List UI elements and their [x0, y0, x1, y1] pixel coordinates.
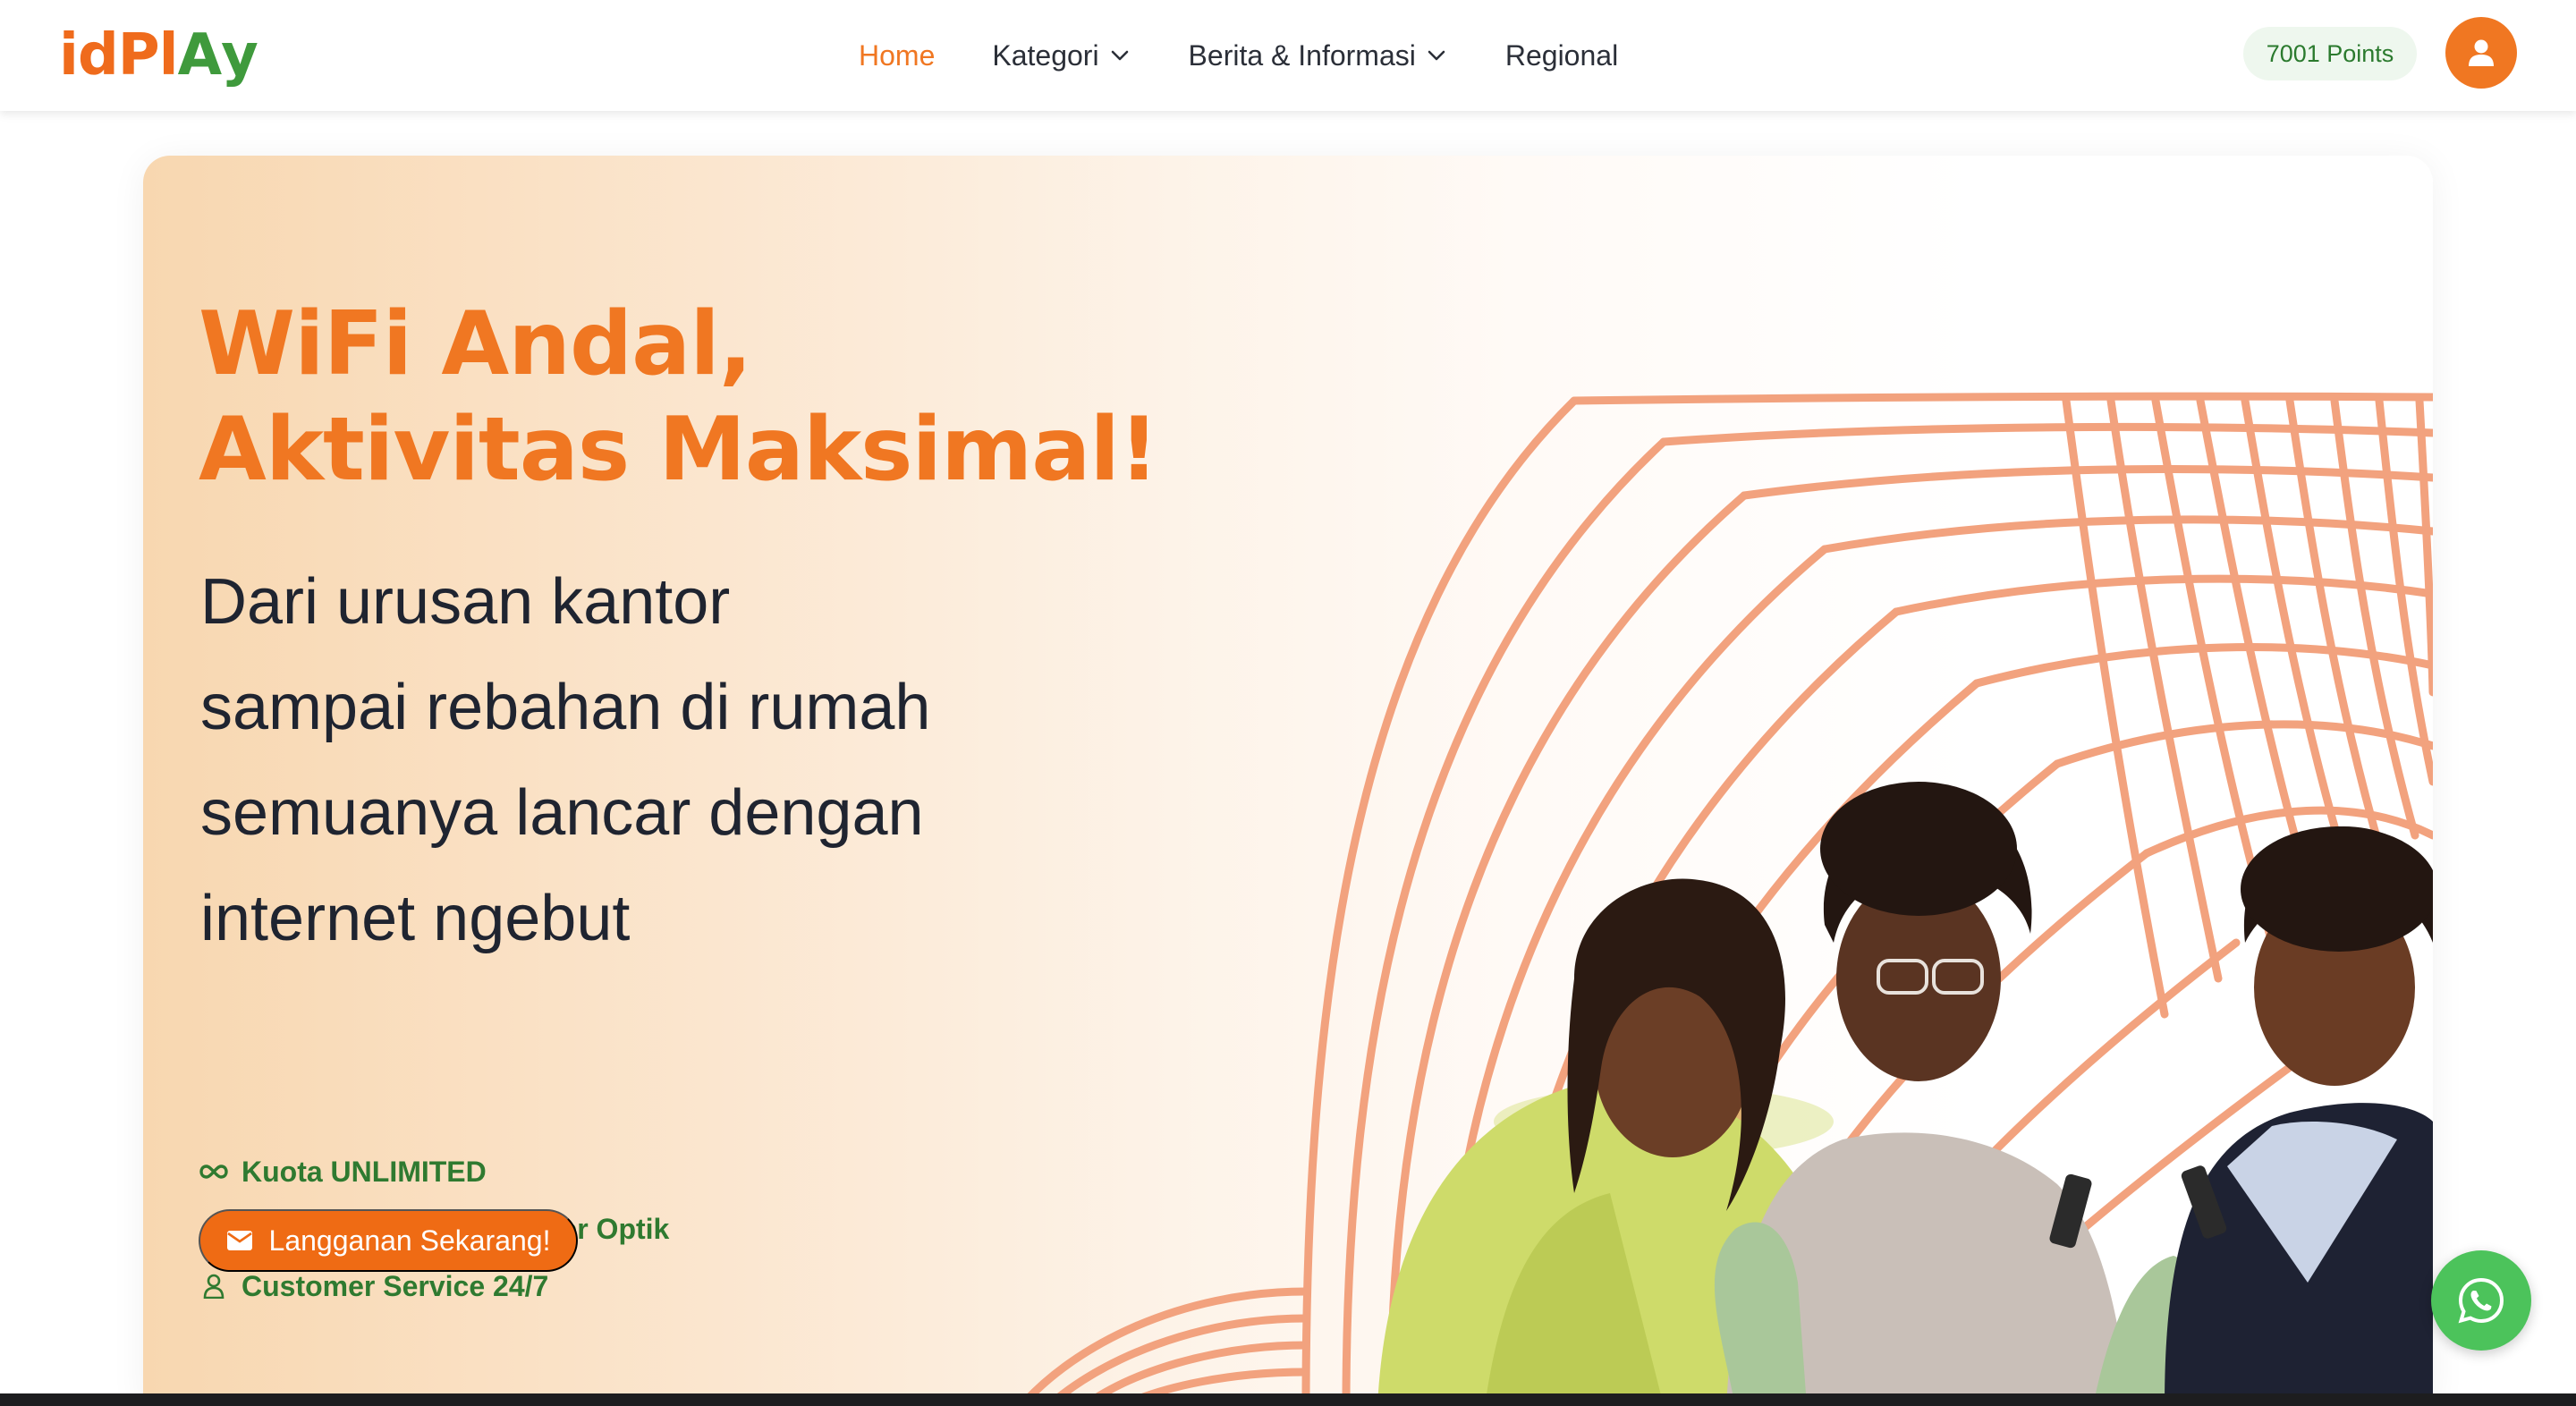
nav-item-regional[interactable]: Regional — [1505, 39, 1618, 72]
nav-item-kategori[interactable]: Kategori — [992, 39, 1129, 72]
hero-subtitle-line: Dari urusan kantor — [200, 566, 731, 638]
hero-subtitle: Dari urusan kantor sampai rebahan di rum… — [200, 549, 930, 971]
points-label: 7001 Points — [2266, 39, 2394, 67]
user-avatar-button[interactable] — [2445, 17, 2517, 89]
user-icon — [2469, 39, 2494, 66]
subscribe-now-label: Langganan Sekarang! — [268, 1224, 551, 1257]
hero-title-line: Aktivitas Maksimal! — [199, 399, 1159, 501]
nav-item-label: Regional — [1504, 38, 1619, 72]
window-bottom-edge — [0, 1393, 2576, 1406]
hero-banner: WiFi Andal, Aktivitas Maksimal! Dari uru… — [143, 156, 2433, 1406]
nav-item-label: Berita & Informasi — [1188, 38, 1416, 72]
idplay-logo[interactable]: id Pl Ay — [59, 20, 258, 84]
whatsapp-icon — [2458, 1277, 2504, 1324]
feature-label: Customer Service 24/7 — [242, 1269, 549, 1302]
whatsapp-chat-button[interactable] — [2431, 1250, 2531, 1351]
hero-title: WiFi Andal, Aktivitas Maksimal! — [199, 292, 1159, 503]
mail-icon — [226, 1231, 252, 1250]
feature-label: Kuota UNLIMITED — [242, 1155, 487, 1188]
hero-subtitle-line: sampai rebahan di rumah — [200, 672, 931, 743]
hero-subtitle-line: internet ngebut — [200, 883, 631, 954]
nav-item-home[interactable]: Home — [859, 39, 935, 72]
chevron-down-icon — [1428, 50, 1445, 61]
main-nav: Home Kategori Berita & Informasi Regiona… — [859, 0, 1618, 111]
nav-item-label: Kategori — [992, 38, 1099, 72]
points-badge[interactable]: 7001 Points — [2243, 27, 2417, 80]
feature-item: Kuota UNLIMITED — [199, 1143, 669, 1200]
chevron-down-icon — [1111, 50, 1128, 61]
hero-subtitle-line: semuanya lancar dengan — [200, 777, 924, 849]
person-icon — [199, 1271, 229, 1301]
hero-title-line: WiFi Andal, — [199, 293, 752, 395]
nav-item-label: Home — [859, 38, 936, 72]
top-navbar: id Pl Ay Home Kategori Berita & Informasi … — [0, 0, 2576, 111]
nav-item-berita-informasi[interactable]: Berita & Informasi — [1189, 39, 1446, 72]
subscribe-now-button[interactable]: Langganan Sekarang! — [199, 1209, 578, 1272]
infinity-icon — [199, 1156, 229, 1187]
